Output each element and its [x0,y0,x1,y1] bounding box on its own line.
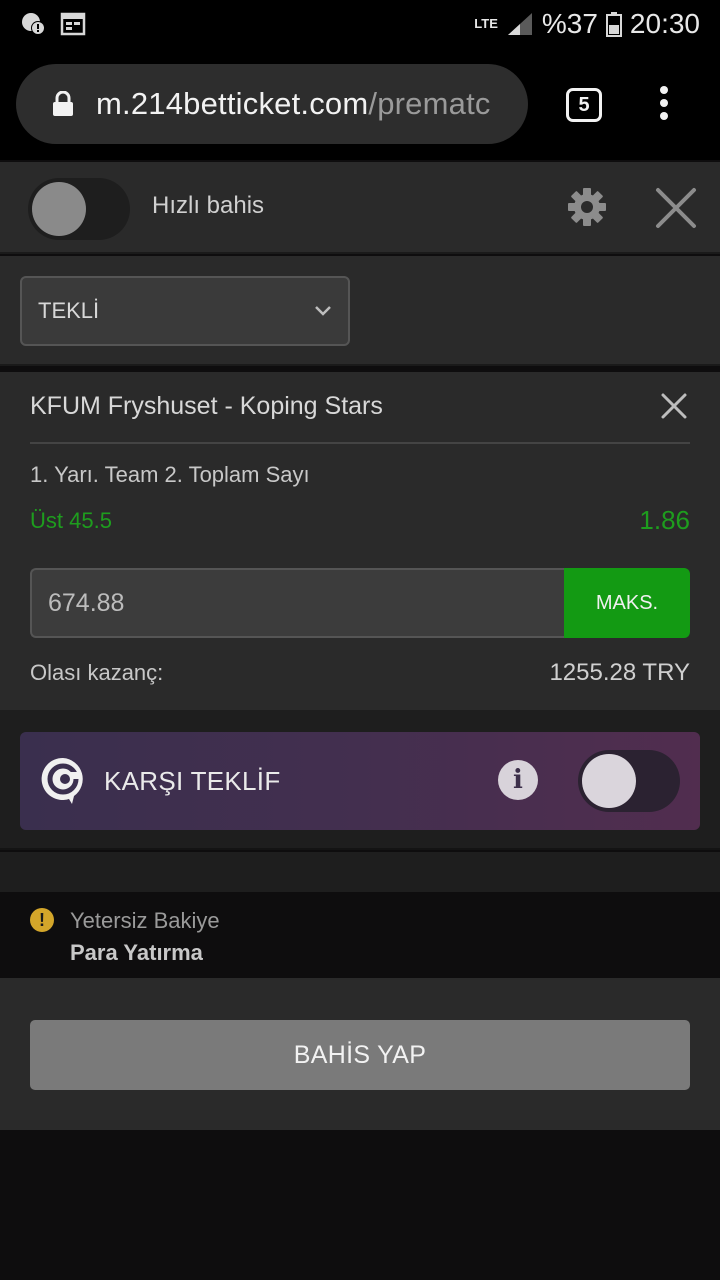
payout-value: 1255.28 TRY [549,659,690,686]
bet-selection-card: KFUM Fryshuset - Koping Stars 1. Yarı. T… [0,372,720,710]
toggle-knob [32,182,86,236]
quick-bet-toggle[interactable] [28,178,130,240]
divider [30,442,690,444]
remove-selection-icon[interactable] [660,392,688,420]
deposit-link[interactable]: Para Yatırma [70,940,203,966]
insufficient-balance-message: Yetersiz Bakiye [70,908,220,933]
max-stake-button[interactable]: MAKS. [564,568,690,638]
network-type: LTE [474,16,498,31]
market-name: 1. Yarı. Team 2. Toplam Sayı [30,462,310,487]
place-bet-button[interactable]: BAHİS YAP [30,1020,690,1090]
gear-icon[interactable] [566,186,608,228]
counter-offer-logo-icon [41,757,83,804]
odds-value: 1.86 [639,505,690,535]
info-icon[interactable]: i [498,760,538,800]
calendar-icon [60,12,86,36]
battery-percent: %37 [541,8,598,39]
quick-bet-label: Hızlı bahis [152,192,265,219]
close-icon[interactable] [654,186,698,230]
clock: 20:30 [629,8,700,39]
warning-icon: ! [30,908,54,932]
browser-toolbar: m.214betticket.com/prematc 5 [0,48,720,160]
notification-alert-icon [22,13,45,35]
match-name: KFUM Fryshuset - Koping Stars [30,392,383,420]
toggle-knob [582,754,636,808]
lock-icon [53,91,73,116]
counter-offer-banner: KARŞI TEKLİF i [20,732,700,830]
stake-input[interactable] [30,568,564,638]
tab-switcher-button[interactable]: 5 [566,88,602,122]
battery-icon [605,12,622,37]
spacer [0,852,720,892]
counter-offer-toggle[interactable] [578,750,680,812]
payout-label: Olası kazanç: [30,660,164,685]
bet-type-row: TEKLİ [0,256,720,366]
bet-type-select[interactable]: TEKLİ [20,276,350,346]
chevron-down-icon [315,306,331,316]
counter-offer-label: KARŞI TEKLİF [104,766,281,796]
counter-offer-section: KARŞI TEKLİF i [0,710,720,850]
url-path: /prematc [368,86,491,121]
address-bar[interactable]: m.214betticket.com/prematc [16,64,528,144]
balance-warning: ! Yetersiz Bakiye Para Yatırma [0,892,720,978]
quick-bet-row: Hızlı bahis [0,162,720,254]
url-host: m.214betticket.com [96,86,369,121]
bet-type-value: TEKLİ [38,298,100,323]
place-bet-section: BAHİS YAP [0,978,720,1130]
pick-label: Üst 45.5 [30,508,112,533]
signal-icon [507,13,532,35]
menu-dots-icon[interactable] [656,86,672,126]
status-bar: LTE %37 20:30 [0,0,720,48]
